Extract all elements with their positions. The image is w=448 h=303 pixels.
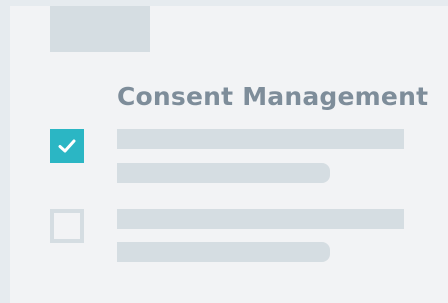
consent-checkbox-1[interactable]: [50, 129, 84, 163]
consent-text-line-3: [117, 209, 404, 229]
consent-text-line-1: [117, 129, 404, 149]
consent-checkbox-2[interactable]: [50, 209, 84, 243]
logo-placeholder: [50, 6, 150, 52]
consent-text-line-2: [117, 163, 330, 183]
check-icon: [58, 139, 76, 153]
consent-text-line-4: [117, 242, 330, 262]
page-title: Consent Management: [117, 82, 429, 111]
